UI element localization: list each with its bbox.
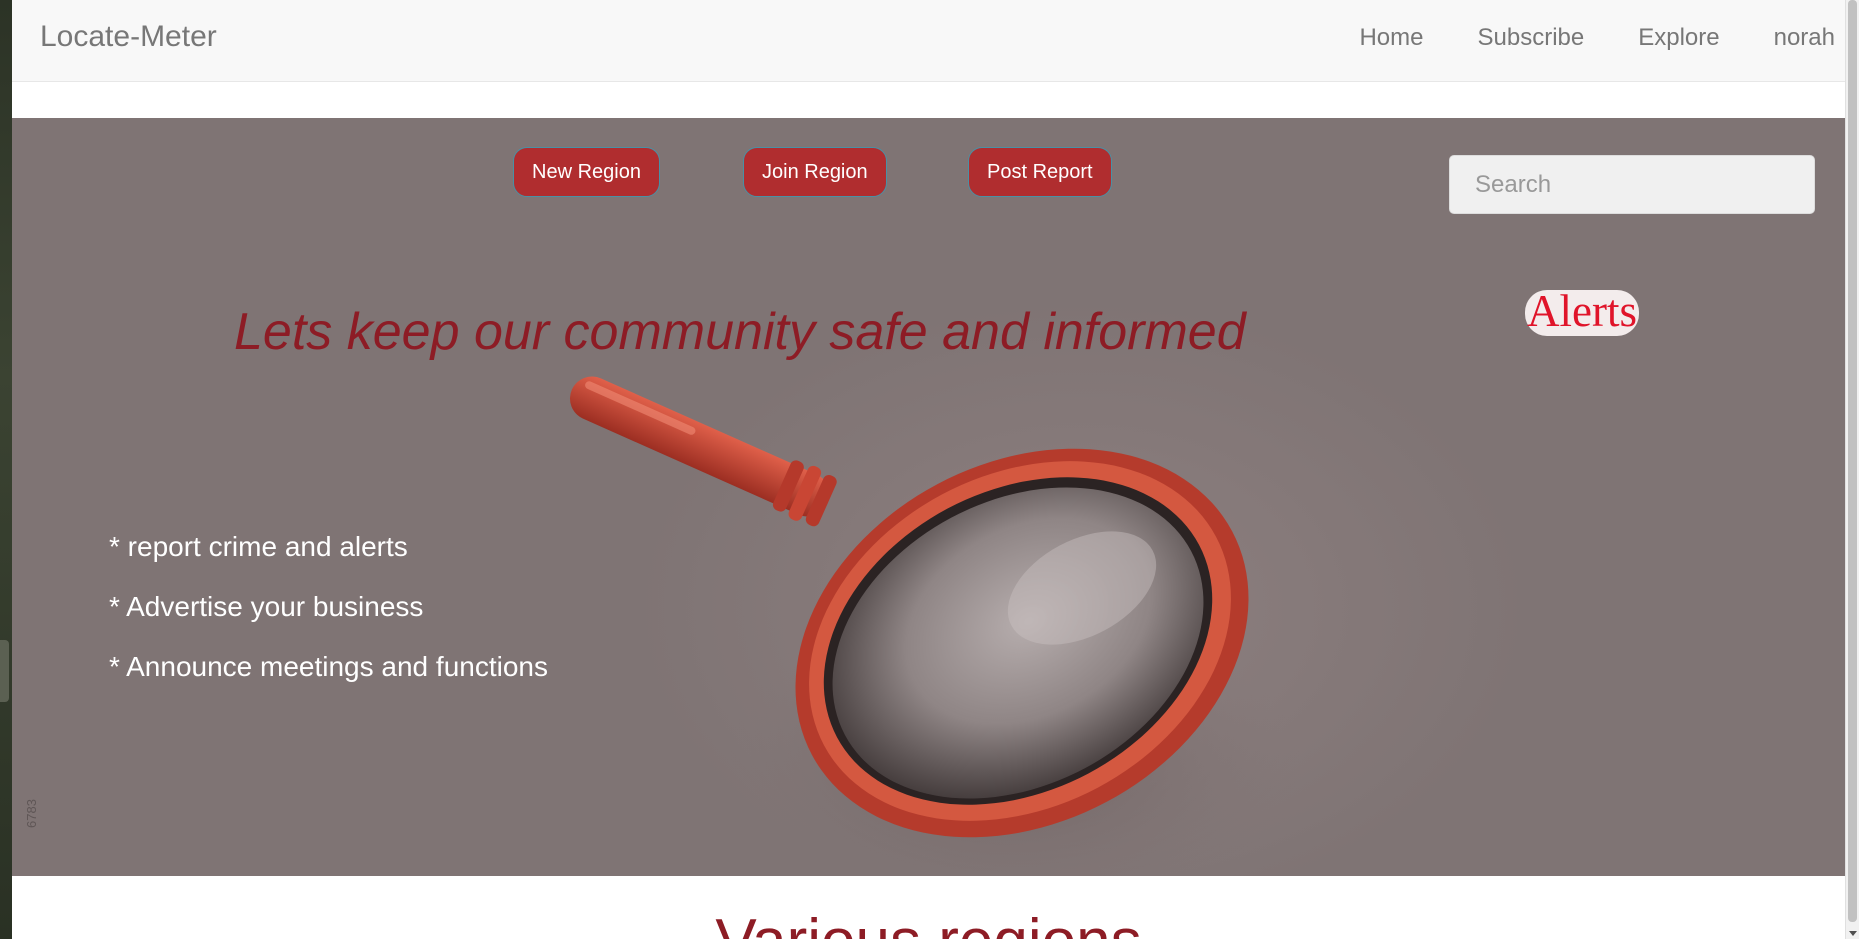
search-input[interactable] (1449, 155, 1815, 214)
feature-list: * report crime and alerts * Advertise yo… (109, 530, 548, 710)
brand-logo-link[interactable]: Locate-Meter (40, 20, 217, 54)
regions-section-title: Various regions (12, 906, 1845, 939)
magnifying-glass-illustration (569, 376, 1302, 876)
feature-item: * report crime and alerts (109, 531, 408, 562)
page-scrollbar[interactable] (1845, 0, 1859, 939)
web-page: Locate-Meter Home Subscribe Explore nora… (12, 0, 1845, 939)
scrollbar-thumb[interactable] (1848, 0, 1857, 922)
navbar: Locate-Meter Home Subscribe Explore nora… (12, 0, 1845, 82)
nav-links: Home Subscribe Explore norah (1332, 0, 1845, 75)
nav-link-explore[interactable]: Explore (1638, 24, 1719, 52)
background-window-handle (0, 640, 9, 702)
feature-item: * Advertise your business (109, 591, 424, 622)
join-region-button[interactable]: Join Region (743, 147, 887, 197)
hero-banner: New Region Join Region Post Report Lets … (12, 118, 1845, 876)
nav-link-user[interactable]: norah (1774, 24, 1835, 52)
nav-link-home[interactable]: Home (1359, 24, 1423, 52)
post-report-button[interactable]: Post Report (968, 147, 1112, 197)
hero-tagline: Lets keep our community safe and informe… (234, 303, 1246, 361)
background-window-strip (0, 0, 12, 939)
feature-item: * Announce meetings and functions (109, 651, 548, 682)
scroll-down-arrow-icon[interactable] (1849, 931, 1857, 936)
alerts-link[interactable]: Alerts (1525, 289, 1639, 336)
new-region-button[interactable]: New Region (513, 147, 660, 197)
nav-link-subscribe[interactable]: Subscribe (1478, 24, 1585, 52)
image-watermark: 6783 (24, 799, 39, 828)
